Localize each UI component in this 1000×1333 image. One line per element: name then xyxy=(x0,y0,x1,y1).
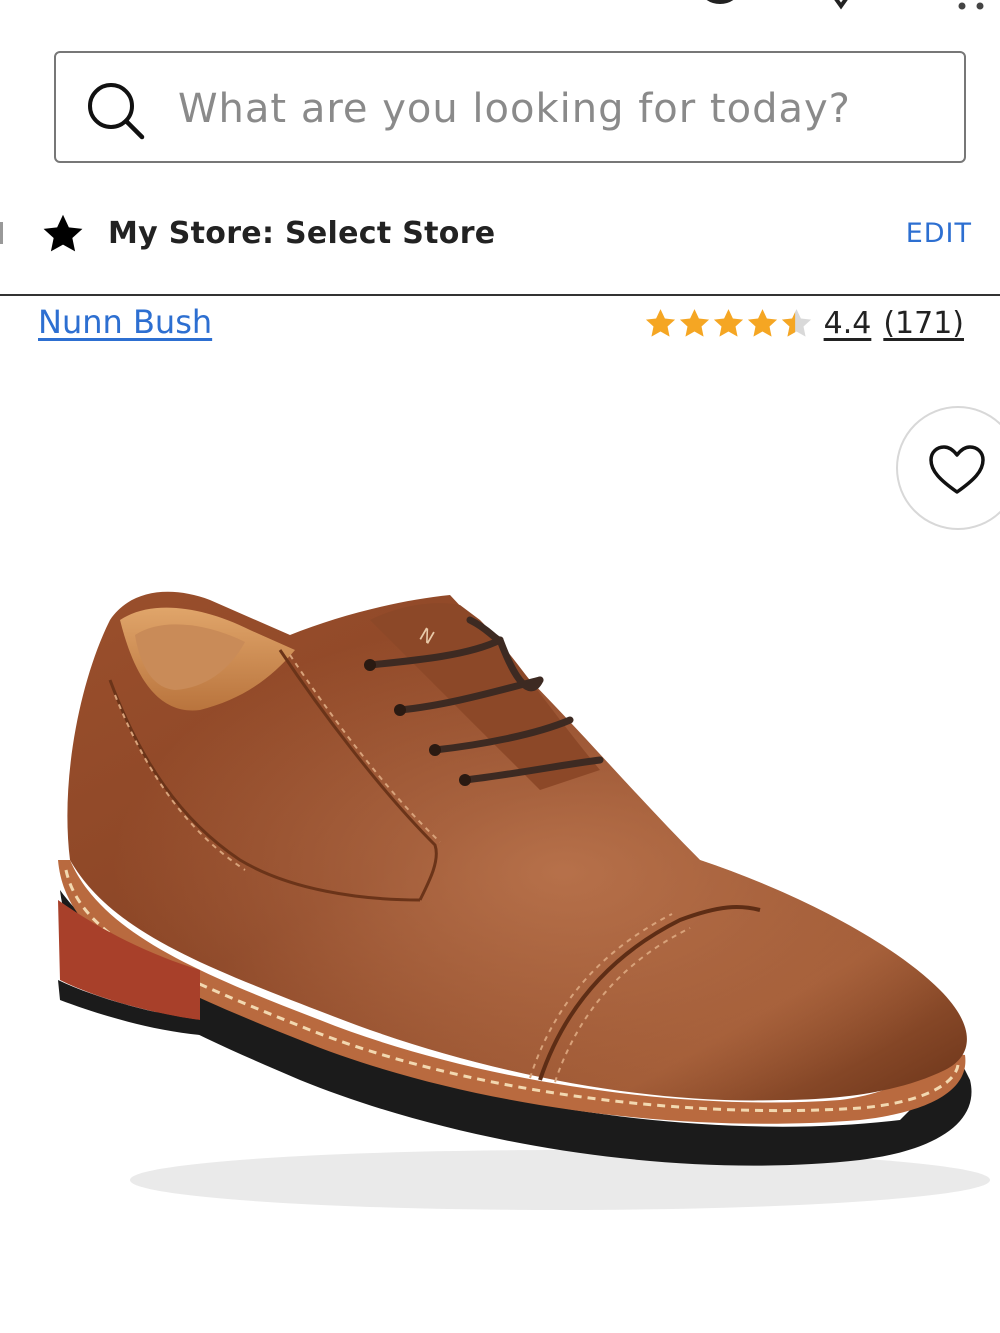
rating-value[interactable]: 4.4 xyxy=(824,306,872,341)
favorite-button[interactable] xyxy=(896,406,1000,530)
store-row-edge xyxy=(0,222,3,244)
search-icon xyxy=(88,83,145,140)
search-input[interactable] xyxy=(176,73,940,145)
product-image[interactable]: N xyxy=(40,560,1000,1240)
my-store-row: My Store: Select Store EDIT xyxy=(0,196,1000,276)
star-partial-icon xyxy=(781,308,811,337)
search-bar[interactable] xyxy=(54,51,966,163)
account-icon[interactable] xyxy=(694,0,746,10)
edit-store-link[interactable]: EDIT xyxy=(906,218,972,249)
brand-link[interactable]: Nunn Bush xyxy=(38,303,212,341)
rating-stars xyxy=(644,307,814,340)
location-icon[interactable] xyxy=(826,0,856,10)
review-count[interactable]: (171) xyxy=(883,306,964,341)
star-icon xyxy=(43,214,83,252)
star-full-icon xyxy=(679,308,709,337)
top-icons xyxy=(0,0,1000,10)
heart-icon xyxy=(929,445,985,494)
star-full-icon xyxy=(747,308,777,337)
divider xyxy=(0,294,1000,296)
star-full-icon xyxy=(645,308,675,337)
product-page: My Store: Select Store EDIT Nunn Bush 4.… xyxy=(0,0,1000,1333)
more-icon[interactable] xyxy=(952,0,992,10)
store-label: My Store: Select Store xyxy=(108,216,496,251)
star-full-icon xyxy=(713,308,743,337)
rating-summary[interactable]: 4.4 (171) xyxy=(644,303,964,343)
